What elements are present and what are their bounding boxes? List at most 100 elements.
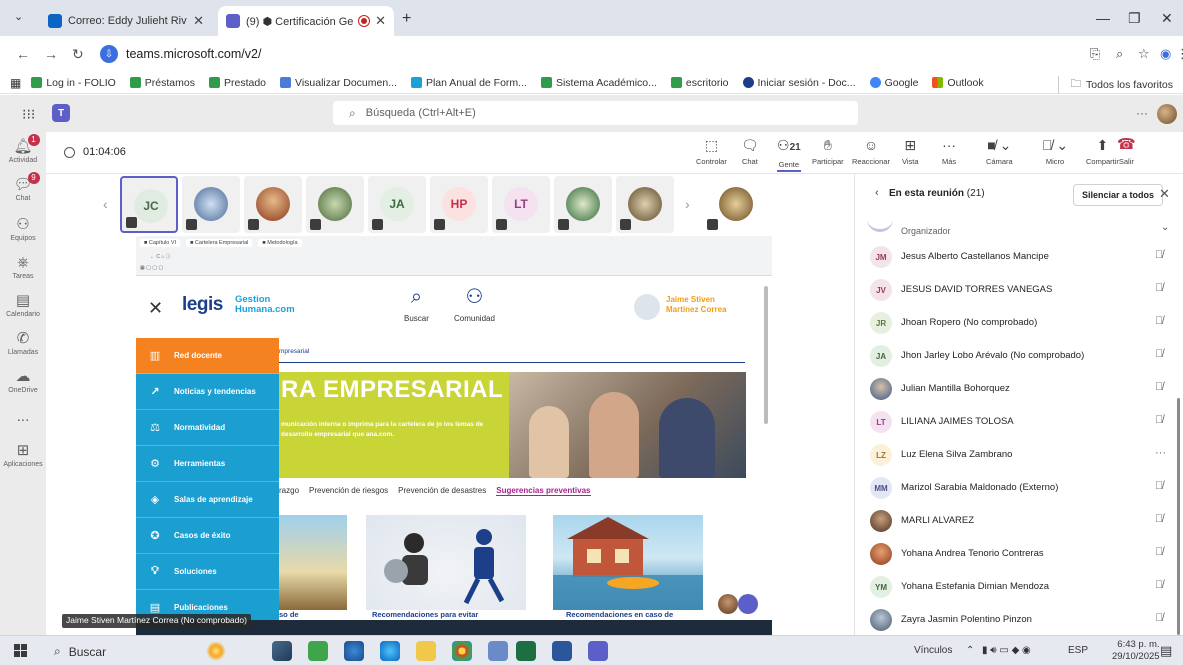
rail-onedrive[interactable]: ☁︎ OneDrive (0, 368, 46, 394)
forward-icon[interactable]: → (44, 46, 58, 62)
widget-icon[interactable] (206, 641, 226, 661)
edge-icon[interactable] (380, 641, 400, 661)
chrome-icon[interactable] (452, 641, 472, 661)
restore-icon[interactable]: ❐ (1128, 10, 1141, 27)
participant-row[interactable]: LT LILIANA JAIMES TOLOSA 🎙̸ (855, 406, 1183, 439)
word-icon[interactable] (552, 641, 572, 661)
participant-tile[interactable]: JC (120, 176, 178, 233)
participant-tile[interactable]: LT (492, 176, 550, 233)
notification-icon[interactable]: ▤ (1160, 643, 1172, 659)
language-indicator[interactable]: ESP (1068, 645, 1088, 656)
site-info-icon[interactable]: ⇩ (100, 45, 118, 63)
gallery-prev-icon[interactable]: ‹ (103, 196, 108, 212)
panel-scrollbar[interactable] (1177, 398, 1180, 635)
mic-button[interactable]: 🎙̸ ⌄ Micro (1042, 136, 1068, 166)
participant-tile[interactable] (616, 176, 674, 233)
bookmark-prestamos[interactable]: Préstamos (129, 77, 195, 89)
rail-calls[interactable]: ✆ Llamadas (0, 330, 46, 356)
participant-tile[interactable]: JA (368, 176, 426, 233)
bookmark-folio[interactable]: Log in - FOLIO (31, 77, 116, 89)
install-app-icon[interactable]: ⎘ (1090, 46, 1100, 62)
more-button[interactable]: ··· Más (942, 136, 956, 166)
reload-icon[interactable]: ↻ (72, 46, 84, 63)
participant-row[interactable]: JV JESUS DAVID TORRES VANEGAS 🎙̸ (855, 274, 1183, 307)
rail-tasks[interactable]: ⎈ Tareas (0, 254, 46, 280)
camera-button[interactable]: ■̸ ⌄ Cámara (986, 136, 1013, 166)
participant-row[interactable]: Yohana Andrea Tenorio Contreras 🎙̸ (855, 538, 1183, 571)
participant-row[interactable]: Zayra Jasmin Polentino Pinzon 🎙̸ (855, 604, 1183, 637)
participant-tile[interactable] (306, 176, 364, 233)
participant-row[interactable]: JA Jhon Jarley Lobo Arévalo (No comprobad… (855, 340, 1183, 373)
new-tab-button[interactable]: + (402, 10, 411, 28)
taskbar-search[interactable]: ⌕ Buscar (54, 644, 106, 659)
browser-tab-teams[interactable]: (9) ⬢ Certificación Gestión ✕ (218, 6, 394, 36)
participant-row[interactable]: Julian Mantilla Bohorquez 🎙̸ (855, 373, 1183, 406)
participant-row[interactable]: JM Jesus Alberto Castellanos Mancipe 🎙̸ (855, 241, 1183, 274)
app-launcher-icon[interactable]: ⁝⁝⁝ (22, 106, 35, 123)
rail-teams[interactable]: ⚇ Equipos (0, 216, 46, 242)
tray-icons[interactable]: ▮ 🔊︎ ▭ ◆ ◉ (982, 645, 1031, 656)
back-chevron-icon[interactable]: ‹ (875, 187, 879, 199)
links-label[interactable]: Vínculos (914, 645, 952, 656)
tray-chevron-icon[interactable]: ⌃ (966, 645, 974, 656)
app-icon[interactable] (308, 641, 328, 661)
chevron-down-icon[interactable]: ⌄ (1161, 222, 1169, 233)
bookmark-google[interactable]: Google (869, 77, 918, 89)
bookmark-plan-anual[interactable]: Plan Anual de Form... (410, 77, 527, 89)
excel-icon[interactable] (516, 641, 536, 661)
app-icon[interactable] (272, 641, 292, 661)
bookmark-iniciar[interactable]: Iniciar sesión - Doc... (742, 77, 856, 89)
bookmark-star-icon[interactable]: ☆ (1138, 46, 1150, 62)
rail-apps[interactable]: ⊞ Aplicaciones (0, 442, 46, 468)
participant-row[interactable]: YM Yohana Estefania Dimian Mendoza 🎙̸ (855, 571, 1183, 604)
back-icon[interactable]: ← (16, 46, 30, 62)
apps-grid-icon[interactable]: ▦ (10, 76, 21, 90)
rail-more[interactable]: ... (0, 408, 46, 426)
participant-tile[interactable] (707, 176, 765, 233)
url-field[interactable]: ⇩ teams.microsoft.com/v2/ (100, 41, 1080, 67)
participant-tile[interactable] (182, 176, 240, 233)
people-button[interactable]: ⚇21 Gente (777, 136, 801, 172)
user-avatar[interactable] (1157, 104, 1177, 124)
react-button[interactable]: ☺ Reaccionar (852, 136, 890, 166)
participant-row[interactable]: LZ Luz Elena Silva Zambrano ··· (855, 439, 1183, 472)
mute-all-button[interactable]: Silenciar a todos (1073, 184, 1164, 206)
bookmark-escritorio[interactable]: escritorio (670, 77, 729, 89)
gallery-next-icon[interactable]: › (685, 196, 690, 212)
close-tab-icon[interactable]: ✕ (193, 13, 204, 29)
participant-row[interactable]: MM Marizol Sarabia Maldonado (Externo) 🎙̸ (855, 472, 1183, 505)
bookmark-outlook[interactable]: Outlook (932, 77, 984, 89)
rail-calendar[interactable]: ▤ Calendario (0, 292, 46, 318)
rail-activity[interactable]: 🔔︎ 1 Actividad (0, 134, 46, 164)
profile-icon[interactable]: ◉ (1160, 46, 1171, 62)
chat-bubble-icon[interactable] (738, 594, 758, 614)
tab-search-chevron-icon[interactable]: ⌄ (14, 10, 23, 23)
taskbar-clock[interactable]: 6:43 p. m. 29/10/2025 (1112, 639, 1160, 663)
chat-button[interactable]: 🗨︎ Chat (741, 136, 759, 166)
browser-tab-mail[interactable]: Correo: Eddy Julieht Rivera Bon ✕ (40, 6, 212, 36)
settings-more-icon[interactable]: ··· (1136, 106, 1148, 120)
bookmark-prestado[interactable]: Prestado (208, 77, 266, 89)
participant-tile[interactable] (244, 176, 302, 233)
participant-row[interactable]: MARLI ALVAREZ 🎙̸ (855, 505, 1183, 538)
close-window-icon[interactable]: ✕ (1161, 10, 1173, 27)
search-input[interactable]: ⌕ Búsqueda (Ctrl+Alt+E) (333, 101, 858, 125)
rail-chat[interactable]: 💬︎ 9 Chat (0, 172, 46, 202)
file-explorer-icon[interactable] (416, 641, 436, 661)
participant-row[interactable]: JR Jhoan Ropero (No comprobado) 🎙̸ (855, 307, 1183, 340)
bookmark-sistema[interactable]: Sistema Académico... (540, 77, 657, 89)
share-button[interactable]: ⬆ Compartir (1086, 136, 1119, 166)
control-button[interactable]: ⬚ Controlar (696, 136, 727, 166)
more-icon[interactable]: ··· (1155, 447, 1166, 459)
bookmark-visualizar[interactable]: Visualizar Documen... (280, 77, 397, 89)
teams-taskbar-icon[interactable] (588, 641, 608, 661)
leave-button[interactable]: ☎ Salir (1117, 136, 1136, 166)
windows-start-icon[interactable] (14, 644, 27, 657)
zoom-icon[interactable]: ⌕ (1116, 46, 1123, 62)
close-icon[interactable]: ✕ (1159, 186, 1170, 202)
participant-tile[interactable] (554, 176, 612, 233)
participant-tile[interactable]: HP (430, 176, 488, 233)
meeting-info-icon[interactable] (64, 146, 75, 158)
app-icon[interactable] (344, 641, 364, 661)
menu-kebab-icon[interactable]: ⋮ (1176, 46, 1183, 62)
